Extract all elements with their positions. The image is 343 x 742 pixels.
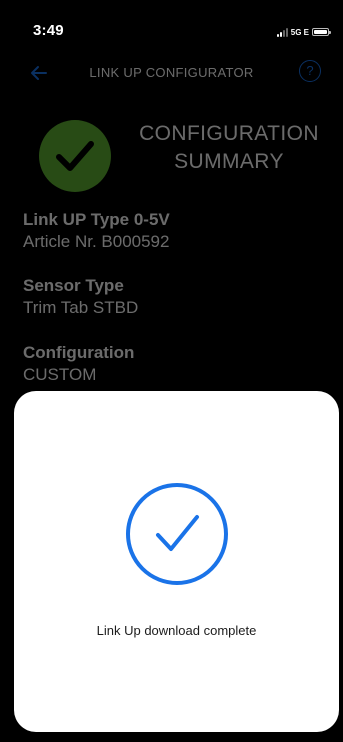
nav-bar: LINK UP CONFIGURATOR ? <box>0 56 343 90</box>
question-circle-icon[interactable]: ? <box>299 60 321 82</box>
article-number-value: Article Nr. B000592 <box>23 232 170 251</box>
summary-title: CONFIGURATION SUMMARY <box>118 120 340 176</box>
status-time: 3:49 <box>33 22 64 39</box>
sensor-type-group: Sensor Type Trim Tab STBD <box>23 275 323 319</box>
download-complete-modal: Link Up download complete <box>14 391 339 732</box>
summary-title-line1: CONFIGURATION <box>139 122 319 145</box>
signal-strength-icon <box>276 27 288 37</box>
network-type-label: 5G E <box>290 27 309 37</box>
summary-title-line2: SUMMARY <box>174 150 284 173</box>
app-screen: 3:49 5G E LINK UP CONFIGURATOR ? CONFIGU… <box>0 0 343 742</box>
configuration-value: CUSTOM <box>23 365 97 384</box>
link-up-type-group: Link UP Type 0-5V Article Nr. B000592 <box>23 209 323 253</box>
battery-icon <box>312 28 331 36</box>
configuration-label: Configuration <box>23 343 135 362</box>
status-bar: 3:49 5G E <box>0 0 343 44</box>
sensor-type-label: Sensor Type <box>23 276 124 295</box>
configuration-group: Configuration CUSTOM <box>23 342 323 386</box>
check-circle-icon <box>39 120 111 192</box>
sensor-type-value: Trim Tab STBD <box>23 298 139 317</box>
status-indicators: 5G E <box>276 26 331 38</box>
download-complete-message: Link Up download complete <box>96 623 257 638</box>
summary-header: CONFIGURATION SUMMARY <box>0 112 343 196</box>
check-circle-outline-icon <box>126 483 228 585</box>
link-up-type-label: Link UP Type 0-5V <box>23 210 170 229</box>
check-mark-icon <box>56 141 94 171</box>
page-title: LINK UP CONFIGURATOR <box>89 65 254 80</box>
